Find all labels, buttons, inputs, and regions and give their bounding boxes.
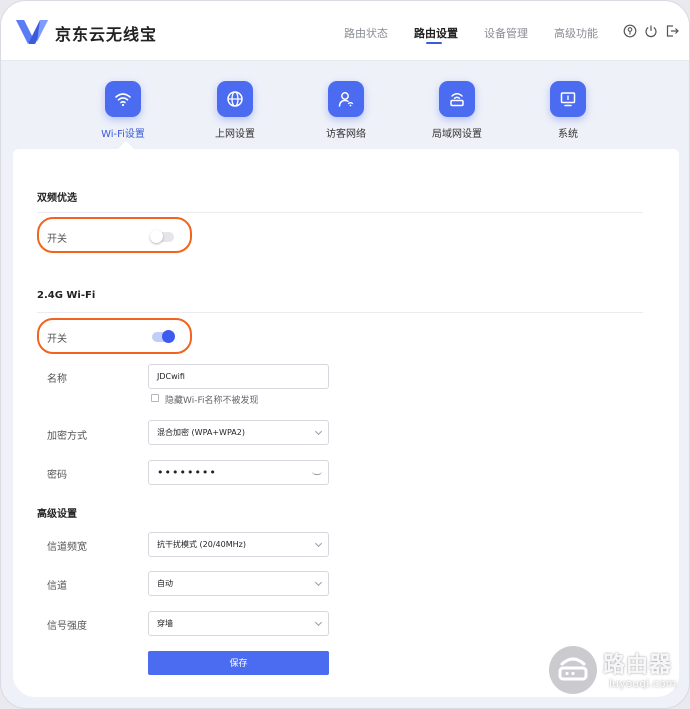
brand-name: 京东云无线宝 [55, 25, 158, 44]
category-internet-settings[interactable]: 上网设置 [195, 81, 275, 140]
category-label: 局域网设置 [432, 129, 482, 140]
password-value: •••••••• [157, 466, 217, 479]
name-label: 名称 [47, 374, 67, 385]
wifi24-toggle[interactable] [152, 330, 175, 343]
monitor-icon [560, 92, 576, 107]
watermark: 路由器 luyouqi.com [549, 646, 679, 694]
toggle-knob [150, 230, 163, 243]
eye-closed-icon[interactable] [312, 471, 322, 475]
toggle-knob [162, 330, 175, 343]
category-system[interactable]: 系统 [528, 81, 608, 140]
wifi-name-input[interactable]: JDCwifi [148, 364, 329, 389]
bandwidth-label: 信道频宽 [47, 542, 87, 553]
router-icon [450, 93, 464, 107]
advanced-title: 高级设置 [37, 509, 77, 520]
dual-band-title: 双频优选 [37, 193, 77, 204]
chevron-down-icon [314, 427, 323, 436]
watermark-router-icon [549, 646, 597, 694]
logo-icon [16, 20, 48, 44]
category-label: 系统 [558, 129, 578, 140]
channel-label: 信道 [47, 581, 67, 592]
top-header: 京东云无线宝 路由状态 路由设置 设备管理 高级功能 [1, 1, 689, 61]
app-window: 京东云无线宝 路由状态 路由设置 设备管理 高级功能 Wi-Fi设置 上网设置 … [0, 0, 690, 709]
logout-icon[interactable] [665, 24, 679, 38]
bandwidth-select[interactable]: 抗干扰模式 (20/40MHz) [148, 532, 329, 557]
nav-active-indicator [426, 42, 442, 44]
password-label: 密码 [47, 470, 67, 481]
nav-advanced-functions[interactable]: 高级功能 [554, 25, 598, 41]
dual-band-switch-label: 开关 [47, 234, 67, 245]
chevron-down-icon [314, 578, 323, 587]
globe-icon [227, 91, 243, 107]
password-input[interactable]: •••••••• [148, 460, 329, 485]
chevron-down-icon [314, 539, 323, 548]
wifi24-title: 2.4G Wi-Fi [37, 290, 96, 301]
nav-router-settings[interactable]: 路由设置 [414, 25, 458, 41]
nav-device-management[interactable]: 设备管理 [484, 25, 528, 41]
hide-ssid-checkbox[interactable] [151, 394, 159, 402]
help-icon[interactable] [623, 24, 637, 38]
channel-select[interactable]: 自动 [148, 571, 329, 596]
channel-value: 自动 [157, 579, 173, 588]
wifi24-switch-label: 开关 [47, 334, 67, 345]
watermark-text: 路由器 [603, 653, 673, 678]
encryption-select[interactable]: 混合加密 (WPA+WPA2) [148, 420, 329, 445]
section-divider [37, 312, 643, 313]
category-wifi-settings[interactable]: Wi-Fi设置 [83, 81, 163, 140]
strength-label: 信号强度 [47, 621, 87, 632]
chevron-down-icon [314, 618, 323, 627]
hide-ssid-label: 隐藏Wi-Fi名称不被发现 [165, 396, 259, 406]
dual-band-toggle[interactable] [150, 230, 174, 243]
encryption-value: 混合加密 (WPA+WPA2) [157, 428, 245, 437]
bandwidth-value: 抗干扰模式 (20/40MHz) [157, 540, 246, 549]
category-label: 访客网络 [326, 129, 366, 140]
wifi-icon [115, 93, 131, 107]
strength-select[interactable]: 穿墙 [148, 611, 329, 636]
guest-icon [338, 92, 354, 107]
encryption-label: 加密方式 [47, 431, 87, 442]
category-label: 上网设置 [215, 129, 255, 140]
strength-value: 穿墙 [157, 619, 173, 628]
nav-router-status[interactable]: 路由状态 [344, 25, 388, 41]
save-button[interactable]: 保存 [148, 651, 329, 675]
section-divider [37, 212, 643, 213]
category-label: Wi-Fi设置 [101, 129, 145, 140]
category-guest-network[interactable]: 访客网络 [306, 81, 386, 140]
watermark-url: luyouqi.com [609, 677, 677, 690]
category-lan-settings[interactable]: 局域网设置 [417, 81, 497, 140]
power-icon[interactable] [644, 24, 658, 38]
